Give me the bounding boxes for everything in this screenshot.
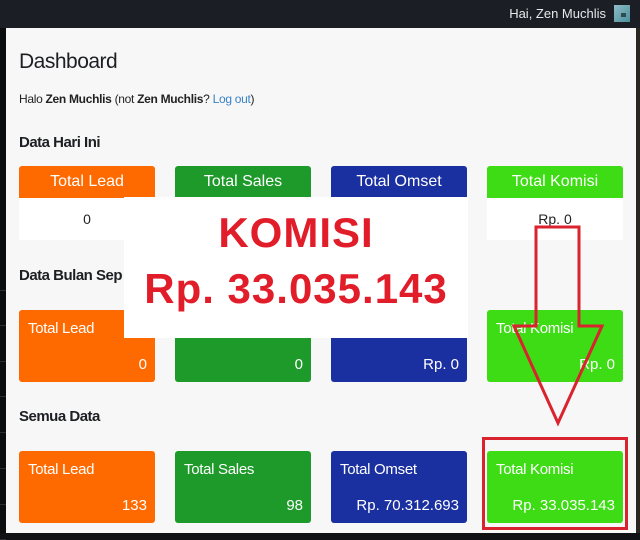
card-label: Total Omset [340, 461, 417, 478]
annotation-title: KOMISI [218, 209, 374, 256]
card-value: 98 [286, 497, 303, 514]
card-label: Total Omset [331, 166, 467, 198]
card-label: Total Sales [184, 461, 255, 478]
card-label: Total Lead [28, 461, 95, 478]
logout-link[interactable]: Log out [213, 92, 251, 106]
user-greeting[interactable]: Hai, Zen Muchlis [509, 6, 606, 21]
section-title-today: Data Hari Ini [19, 134, 101, 151]
card-value: Rp. 0 [487, 198, 623, 240]
card-value: 0 [294, 356, 303, 373]
top-bar: Hai, Zen Muchlis [0, 0, 640, 28]
page-title: Dashboard [19, 50, 118, 73]
hello-prefix: Halo [19, 92, 46, 106]
card-label: Total Sales [175, 166, 311, 198]
close-paren: ) [250, 92, 255, 106]
welcome-text: Halo Zen Muchlis (not Zen Muchlis? Log o… [19, 92, 254, 106]
user-avatar-icon[interactable] [614, 5, 630, 22]
card-value: 133 [121, 497, 147, 514]
scrollbar-edge [636, 28, 640, 533]
question-text: ? [203, 92, 213, 106]
card-value: 0 [138, 356, 147, 373]
user-name-2: Zen Muchlis [137, 92, 204, 106]
all-omset-card: Total Omset Rp. 70.312.693 [331, 451, 467, 523]
card-label: Total Lead [19, 166, 155, 198]
annotation-amount: Rp. 33.035.143 [144, 265, 448, 312]
card-label: Total Komisi [496, 320, 574, 337]
card-value: Rp. 0 [579, 356, 615, 373]
month-komisi-card: Total Komisi Rp. 0 [487, 310, 623, 382]
card-label: Total Komisi [487, 166, 623, 198]
card-label: Total Lead [28, 320, 95, 337]
today-komisi-card: Total Komisi Rp. 0 [487, 166, 623, 240]
all-lead-card: Total Lead 133 [19, 451, 155, 523]
card-value: Rp. 0 [423, 356, 459, 373]
card-value: Rp. 70.312.693 [356, 497, 459, 514]
komisi-annotation-box: KOMISI Rp. 33.035.143 [124, 197, 468, 338]
section-title-all: Semua Data [19, 408, 100, 425]
section-title-month: Data Bulan Sep [19, 267, 123, 284]
not-text: (not [111, 92, 138, 106]
highlight-rectangle [482, 437, 628, 530]
all-sales-card: Total Sales 98 [175, 451, 311, 523]
user-name: Zen Muchlis [45, 92, 112, 106]
